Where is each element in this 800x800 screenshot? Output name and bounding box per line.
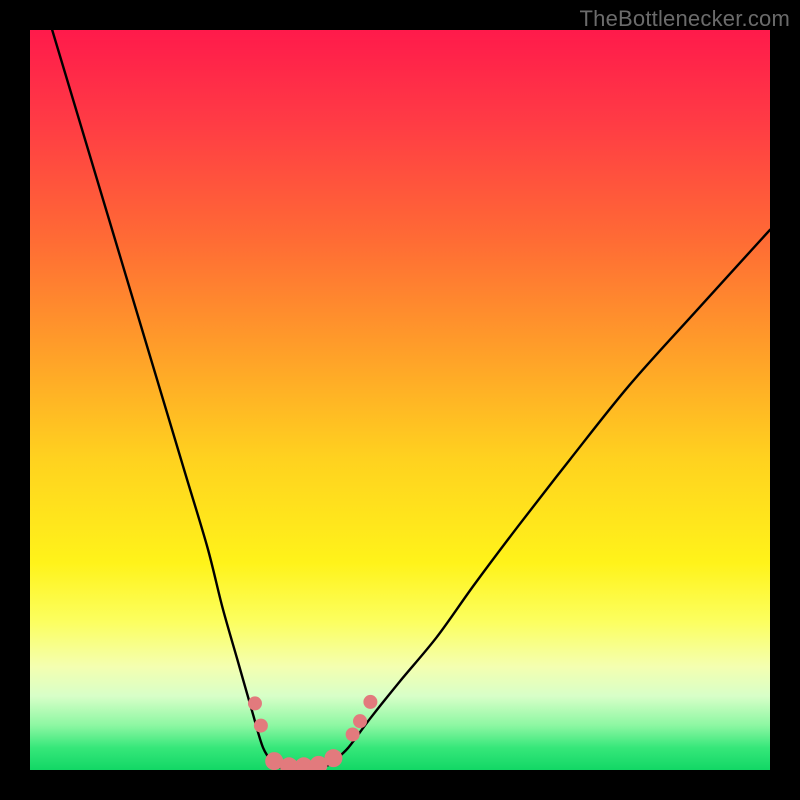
data-point-marker [346,727,360,741]
watermark-text: TheBottlenecker.com [580,6,790,32]
data-point-marker [353,714,367,728]
plot-area [30,30,770,770]
data-point-marker [363,695,377,709]
chart-frame: TheBottlenecker.com [0,0,800,800]
data-point-marker [254,719,268,733]
data-point-marker [324,749,342,767]
data-point-marker [248,696,262,710]
data-markers [30,30,770,770]
